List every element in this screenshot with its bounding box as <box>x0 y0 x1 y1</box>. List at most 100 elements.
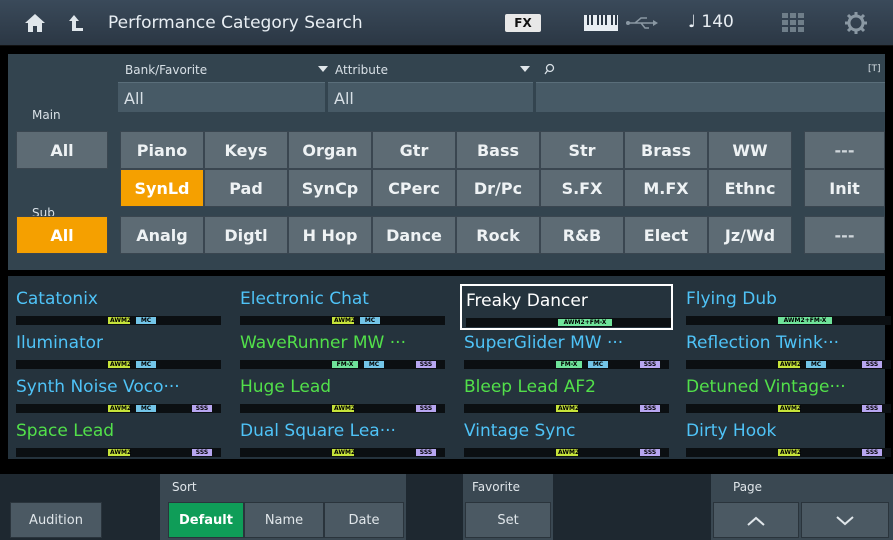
performance-name: Catatonix <box>16 289 98 309</box>
sub-category-digtl[interactable]: Digtl <box>204 216 288 254</box>
fx-indicator[interactable]: FX <box>505 14 541 32</box>
favorite-set-button[interactable]: Set <box>465 502 551 538</box>
main-category-str[interactable]: Str <box>540 131 624 169</box>
performance-item[interactable]: Flying Dub AWM2+FM-X <box>682 284 893 330</box>
performance-tag: MC <box>588 361 608 368</box>
category-filter-panel: Bank/Favorite All Attribute All [T] Main… <box>8 54 885 270</box>
main-category-sfx[interactable]: S.FX <box>540 169 624 207</box>
up-level-icon[interactable] <box>68 13 84 33</box>
sort-name-button[interactable]: Name <box>244 502 324 538</box>
main-category-pad[interactable]: Pad <box>204 169 288 207</box>
performance-name: Space Lead <box>16 421 115 441</box>
page-up-button[interactable] <box>713 502 799 538</box>
audition-button[interactable]: Audition <box>10 502 102 538</box>
sort-date-button[interactable]: Date <box>324 502 404 538</box>
performance-name: Synth Noise Voco··· <box>16 377 180 397</box>
sort-default-button[interactable]: Default <box>168 502 244 538</box>
sub-category-none[interactable]: --- <box>804 216 885 254</box>
sort-label: Sort <box>172 480 197 494</box>
performance-item[interactable]: Catatonix AWM2 MC <box>12 284 225 330</box>
sub-category-rock[interactable]: Rock <box>456 216 540 254</box>
performance-name: Electronic Chat <box>240 289 369 309</box>
performance-item[interactable]: Vintage Sync AWM2 SSS <box>460 416 673 462</box>
performance-item[interactable]: Huge Lead AWM2 SSS <box>236 372 449 418</box>
main-category-cperc[interactable]: CPerc <box>372 169 456 207</box>
page-title: Performance Category Search <box>108 13 363 33</box>
sub-category-dance[interactable]: Dance <box>372 216 456 254</box>
main-category-organ[interactable]: Organ <box>288 131 372 169</box>
main-category-bass[interactable]: Bass <box>456 131 540 169</box>
performance-tag: MC <box>360 317 380 324</box>
performance-tag: SSS <box>862 449 882 456</box>
performance-tag: AWM2 <box>778 405 802 412</box>
performance-name: Freaky Dancer <box>466 291 588 311</box>
main-category-ethnc[interactable]: Ethnc <box>708 169 792 207</box>
performance-tag: AWM2 <box>332 449 356 456</box>
performance-tag: SSS <box>416 361 436 368</box>
keyboard-icon[interactable] <box>584 14 618 32</box>
performance-item[interactable]: Electronic Chat AWM2 MC <box>236 284 449 330</box>
sub-category-jz-wd[interactable]: Jz/Wd <box>708 216 792 254</box>
main-category-none[interactable]: --- <box>804 131 885 169</box>
performance-tag: AWM2 <box>108 361 132 368</box>
attribute-label: Attribute <box>335 63 388 77</box>
performance-tag-bar: AWM2 MC <box>16 316 221 325</box>
page-down-button[interactable] <box>801 502 889 538</box>
performance-tag-bar: AWM2 SSS <box>464 448 669 457</box>
favorite-label: Favorite <box>472 480 520 494</box>
performance-item[interactable]: Dual Square Lea··· AWM2 SSS <box>236 416 449 462</box>
performance-item[interactable]: WaveRunner MW ··· FM-X MC SSS <box>236 328 449 374</box>
performance-item[interactable]: Detuned Vintage··· AWM2 SSS <box>682 372 893 418</box>
sub-category-r-and-b[interactable]: R&B <box>540 216 624 254</box>
performance-item[interactable]: Dirty Hook AWM2 SSS <box>682 416 893 462</box>
performance-tag-bar: AWM2+FM-X <box>466 318 671 327</box>
performance-name: Huge Lead <box>240 377 332 397</box>
performance-tag-bar: AWM2 MC <box>16 360 221 369</box>
main-category-init[interactable]: Init <box>804 169 885 207</box>
main-category-piano[interactable]: Piano <box>120 131 204 169</box>
sub-category-analg[interactable]: Analg <box>120 216 204 254</box>
main-category-mfx[interactable]: M.FX <box>624 169 708 207</box>
home-icon[interactable] <box>24 13 46 33</box>
sub-category-elect[interactable]: Elect <box>624 216 708 254</box>
attribute-select[interactable]: All <box>328 82 533 112</box>
performance-name: Dual Square Lea··· <box>240 421 396 441</box>
performance-tag: FM-X <box>556 361 582 368</box>
title-bar: Performance Category Search FX ♩ 140 <box>0 0 893 46</box>
quick-access-icon[interactable] <box>782 13 804 33</box>
tempo-display[interactable]: ♩ 140 <box>688 12 734 32</box>
main-category-brass[interactable]: Brass <box>624 131 708 169</box>
main-category-ww[interactable]: WW <box>708 131 792 169</box>
main-category-keys[interactable]: Keys <box>204 131 288 169</box>
main-category-syncp[interactable]: SynCp <box>288 169 372 207</box>
sub-category-all[interactable]: All <box>16 216 108 254</box>
main-category-synld[interactable]: SynLd <box>120 169 204 207</box>
bank-favorite-select[interactable]: All <box>118 82 325 112</box>
page-label: Page <box>733 480 763 494</box>
performance-name: Reflection Twink··· <box>686 333 840 353</box>
performance-tag-bar: AWM2 SSS <box>686 404 891 413</box>
performance-tag: AWM2 <box>556 449 580 456</box>
performance-item[interactable]: Iluminator AWM2 MC <box>12 328 225 374</box>
performance-item[interactable]: Bleep Lead AF2 AWM2 SSS <box>460 372 673 418</box>
performance-tag-bar: AWM2 SSS <box>240 404 445 413</box>
sub-category-h-hop[interactable]: H Hop <box>288 216 372 254</box>
performance-tag: SSS <box>640 361 660 368</box>
performance-tag: AWM2+FM-X <box>778 317 832 324</box>
main-category-gtr[interactable]: Gtr <box>372 131 456 169</box>
performance-item[interactable]: Reflection Twink··· AWM2 MC SSS <box>682 328 893 374</box>
bank-favorite-label: Bank/Favorite <box>125 63 208 77</box>
performance-tag: SSS <box>192 449 212 456</box>
performance-item[interactable]: Freaky Dancer AWM2+FM-X <box>460 284 673 330</box>
gear-icon[interactable] <box>845 12 867 34</box>
performance-tag-bar: AWM2 SSS <box>464 404 669 413</box>
performance-name: Flying Dub <box>686 289 777 309</box>
performance-item[interactable]: SuperGlider MW ··· FM-X MC SSS <box>460 328 673 374</box>
bank-dropdown-arrow-icon <box>318 66 328 72</box>
search-input[interactable] <box>536 82 885 112</box>
main-category-dr-pc[interactable]: Dr/Pc <box>456 169 540 207</box>
main-category-all[interactable]: All <box>16 131 108 169</box>
performance-item[interactable]: Synth Noise Voco··· AWM2 MC SSS <box>12 372 225 418</box>
search-icon <box>544 63 555 75</box>
performance-item[interactable]: Space Lead AWM2 SSS <box>12 416 225 462</box>
